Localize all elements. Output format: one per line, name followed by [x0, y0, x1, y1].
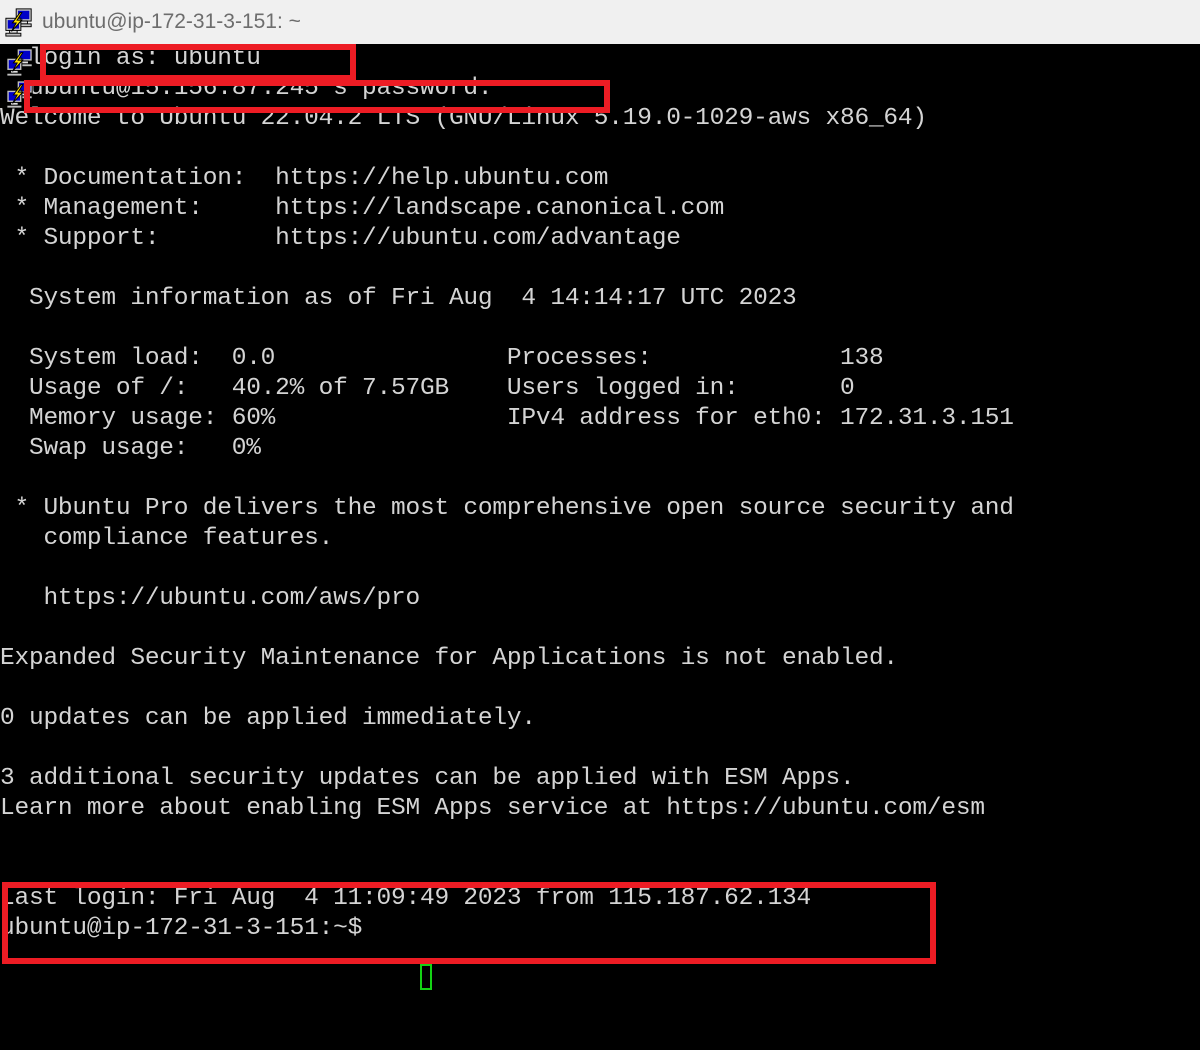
terminal-cursor: [420, 964, 432, 990]
putty-icon: [4, 7, 34, 37]
putty-icon-login-line: [4, 47, 36, 82]
terminal-screen[interactable]: login as: ubuntu ubuntu@15.156.87.245's …: [0, 44, 1200, 1050]
window-title: ubuntu@ip-172-31-3-151: ~: [42, 10, 301, 33]
putty-icon-password-line: [4, 79, 36, 114]
terminal-output: login as: ubuntu ubuntu@15.156.87.245's …: [0, 45, 1014, 942]
window-titlebar: ubuntu@ip-172-31-3-151: ~: [0, 0, 1200, 44]
